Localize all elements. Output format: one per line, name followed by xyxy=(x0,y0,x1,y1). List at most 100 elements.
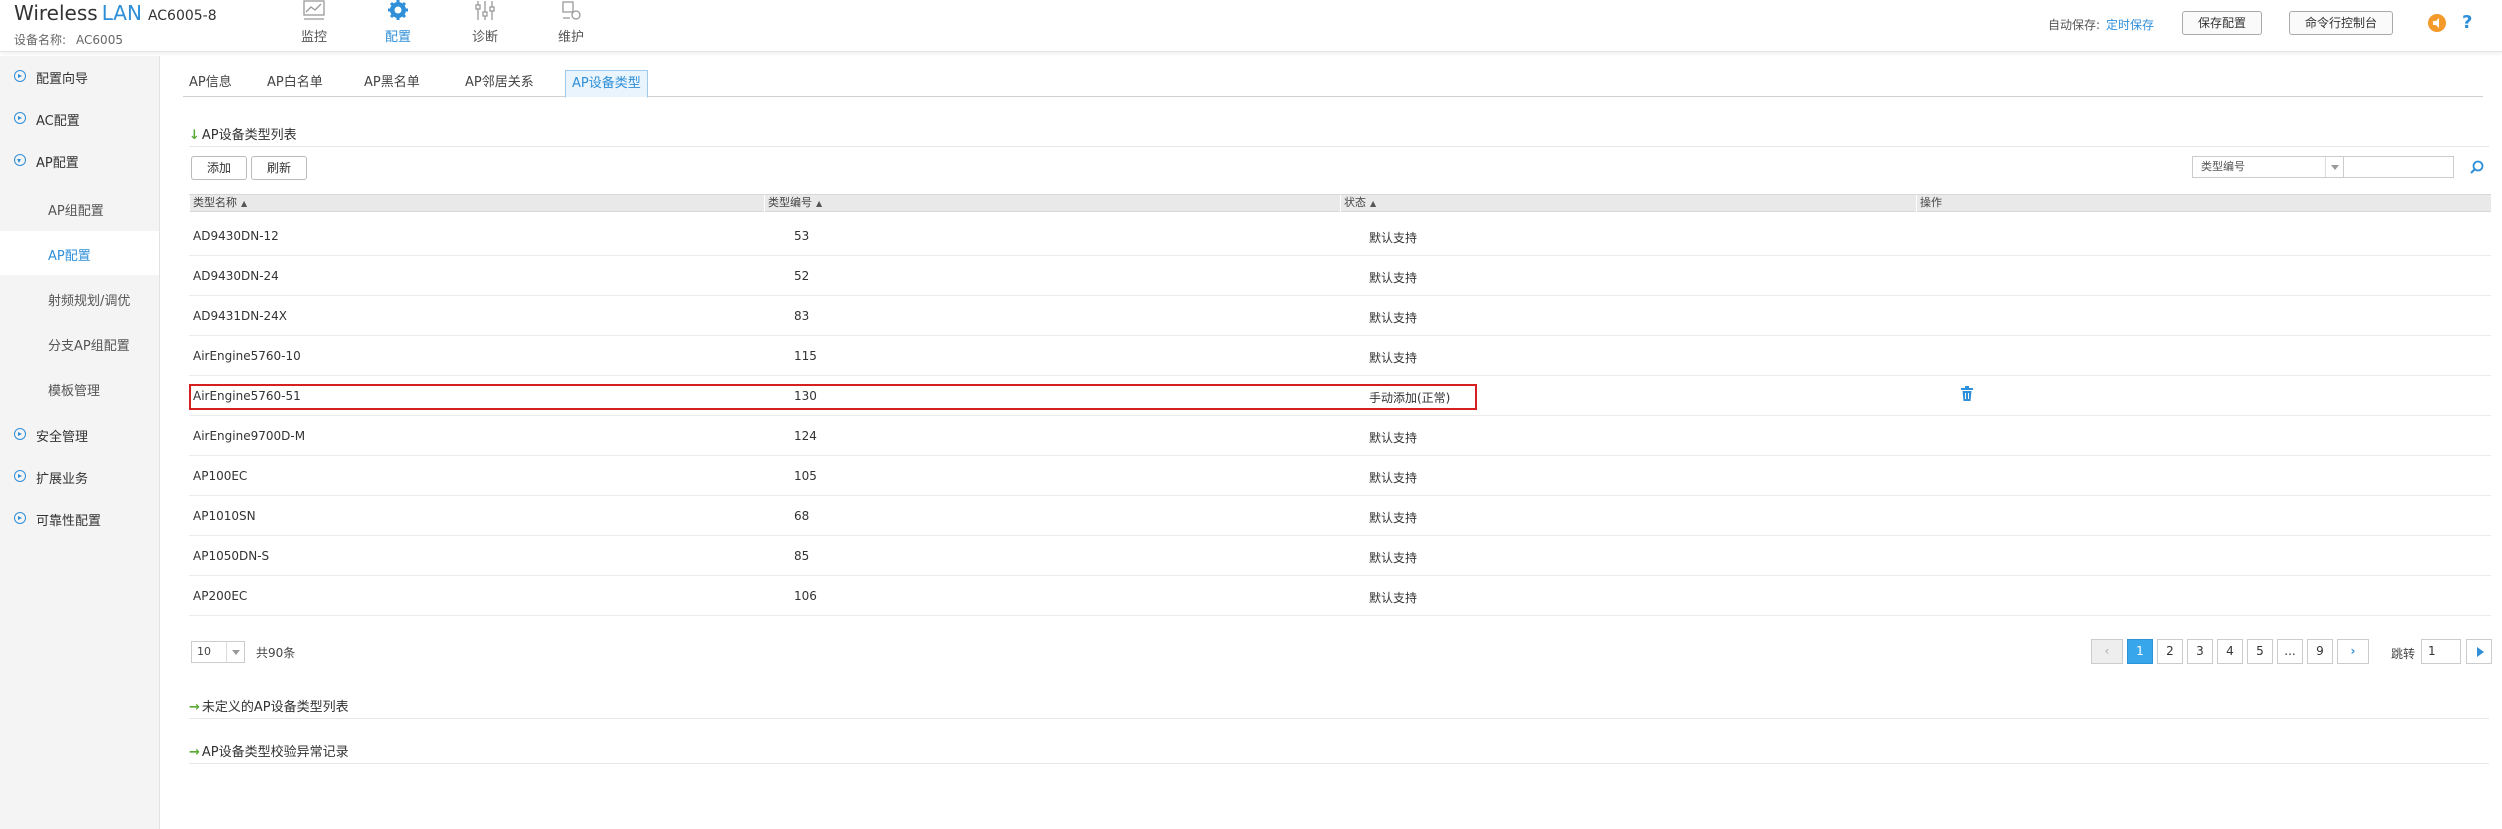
table-row[interactable]: AP100EC 105 默认支持 xyxy=(189,456,2491,496)
autosave-link[interactable]: 定时保存 xyxy=(2106,18,2154,32)
page-button-1[interactable]: 1 xyxy=(2127,639,2153,664)
cell-status: 默认支持 xyxy=(1369,471,1418,485)
page-button-2[interactable]: 2 xyxy=(2157,639,2183,664)
tab-ap-info[interactable]: AP信息 xyxy=(183,70,238,97)
cell-status: 默认支持 xyxy=(1369,231,1418,245)
section-device-type-errors[interactable]: → AP设备类型校验异常记录 xyxy=(189,741,349,760)
main-content: AP信息 AP白名单 AP黑名单 AP邻居关系 AP设备类型 ↓ AP设备类型列表… xyxy=(161,56,2502,829)
sidebar-item-ac-config[interactable]: AC配置 xyxy=(0,98,159,138)
section-device-type-list[interactable]: ↓ AP设备类型列表 xyxy=(189,124,297,143)
table-row[interactable]: AP200EC 106 默认支持 xyxy=(189,576,2491,616)
table-row[interactable]: AD9431DN-24X 83 默认支持 xyxy=(189,296,2491,336)
nav-config[interactable]: 配置 xyxy=(368,0,428,52)
sidebar-sub-rf-planning[interactable]: 射频规划/调优 xyxy=(0,276,159,320)
sidebar-item-security[interactable]: 安全管理 xyxy=(0,414,159,454)
section-title: 未定义的AP设备类型列表 xyxy=(201,700,349,715)
cell-type-name: AP1050DN-S xyxy=(193,549,270,563)
sidebar-sub-branch-ap-group[interactable]: 分支AP组配置 xyxy=(0,321,159,365)
expand-arrow-icon xyxy=(14,512,26,524)
collapse-arrow-icon xyxy=(14,154,26,166)
next-page-button[interactable]: › xyxy=(2337,639,2369,664)
sidebar-sub-label: AP组配置 xyxy=(48,204,104,219)
page-ellipsis: ... xyxy=(2277,639,2303,664)
header-label: 类型名称 xyxy=(193,196,237,209)
table-row[interactable]: AP1050DN-S 85 默认支持 xyxy=(189,536,2491,576)
expand-arrow-icon: → xyxy=(189,745,200,760)
cell-type-id: 130 xyxy=(794,389,817,403)
sidebar-item-reliability[interactable]: 可靠性配置 xyxy=(0,498,159,538)
search-icon[interactable] xyxy=(2470,160,2484,174)
nav-diagnose[interactable]: 诊断 xyxy=(455,0,515,52)
filter-field-select[interactable]: 类型编号 xyxy=(2192,156,2344,178)
tab-ap-neighbors[interactable]: AP邻居关系 xyxy=(459,70,540,97)
table-row[interactable]: AD9430DN-24 52 默认支持 xyxy=(189,256,2491,296)
cli-console-button[interactable]: 命令行控制台 xyxy=(2289,11,2393,35)
sidebar-item-wizard[interactable]: 配置向导 xyxy=(0,56,159,96)
expand-arrow-icon xyxy=(14,112,26,124)
sidebar-item-label: 配置向导 xyxy=(36,72,89,87)
tab-ap-device-type[interactable]: AP设备类型 xyxy=(565,70,648,98)
cell-type-name: AirEngine9700D-M xyxy=(193,429,306,443)
divider xyxy=(189,763,2489,764)
cell-type-id: 85 xyxy=(794,549,810,563)
column-header-type-id[interactable]: 类型编号 ▲ xyxy=(764,195,1340,212)
nav-config-label: 配置 xyxy=(384,30,411,45)
save-config-button[interactable]: 保存配置 xyxy=(2182,11,2262,35)
speaker-icon[interactable] xyxy=(2428,14,2446,32)
sidebar-item-label: 可靠性配置 xyxy=(36,514,102,529)
cell-type-name: AD9431DN-24X xyxy=(193,309,288,323)
sort-asc-icon: ▲ xyxy=(816,199,823,208)
table-row[interactable]: AP1010SN 68 默认支持 xyxy=(189,496,2491,536)
cell-type-name: AirEngine5760-51 xyxy=(193,389,301,403)
table-row[interactable]: AirEngine5760-10 115 默认支持 xyxy=(189,336,2491,376)
device-label: 设备名称: xyxy=(14,33,67,47)
add-button[interactable]: 添加 xyxy=(191,156,247,180)
section-undefined-device-types[interactable]: → 未定义的AP设备类型列表 xyxy=(189,696,349,715)
sidebar-sub-template-mgmt[interactable]: 模板管理 xyxy=(0,366,159,410)
sidebar-item-extended[interactable]: 扩展业务 xyxy=(0,456,159,496)
sidebar-sub-ap-group-config[interactable]: AP组配置 xyxy=(0,186,159,230)
tab-ap-blacklist[interactable]: AP黑名单 xyxy=(358,70,426,97)
help-icon[interactable]: ? xyxy=(2462,12,2472,33)
nav-monitor[interactable]: 监控 xyxy=(284,0,344,52)
column-header-type-name[interactable]: 类型名称 ▲ xyxy=(189,195,764,212)
header-label: 状态 xyxy=(1344,196,1366,209)
expand-arrow-icon: → xyxy=(189,700,200,715)
nav-monitor-label: 监控 xyxy=(300,30,327,45)
expand-arrow-icon xyxy=(14,70,26,82)
cell-type-id: 83 xyxy=(794,309,810,323)
header-label: 类型编号 xyxy=(768,196,812,209)
tab-ap-whitelist[interactable]: AP白名单 xyxy=(261,70,329,97)
table-row[interactable]: AirEngine5760-51 130 手动添加(正常) xyxy=(189,376,2491,416)
cell-type-id: 68 xyxy=(794,509,810,523)
sidebar-item-ap-config-group[interactable]: AP配置 xyxy=(0,140,159,180)
nav-maintain[interactable]: 维护 xyxy=(541,0,601,52)
jump-page-input[interactable]: 1 xyxy=(2421,639,2461,664)
sort-asc-icon: ▲ xyxy=(1370,199,1377,208)
sidebar-sub-label: 射频规划/调优 xyxy=(48,294,131,309)
page-button-4[interactable]: 4 xyxy=(2217,639,2243,664)
refresh-button[interactable]: 刷新 xyxy=(251,156,307,180)
column-header-status[interactable]: 状态 ▲ xyxy=(1340,195,1916,212)
device-name: 设备名称: AC6005 xyxy=(14,31,123,48)
prev-page-button[interactable]: ‹ xyxy=(2091,639,2123,664)
header-label: 操作 xyxy=(1920,196,1942,209)
cell-type-name: AP200EC xyxy=(193,589,248,603)
page-size-value: 10 xyxy=(197,645,211,658)
cell-status: 默认支持 xyxy=(1369,311,1418,325)
page-button-3[interactable]: 3 xyxy=(2187,639,2213,664)
jump-go-button[interactable] xyxy=(2466,639,2492,664)
cell-type-name: AD9430DN-12 xyxy=(193,229,279,243)
table-row[interactable]: AirEngine9700D-M 124 默认支持 xyxy=(189,416,2491,456)
cell-status: 默认支持 xyxy=(1369,511,1418,525)
autosave: 自动保存: 定时保存 xyxy=(2048,16,2154,33)
table-row[interactable]: AD9430DN-12 53 默认支持 xyxy=(189,216,2491,256)
cell-type-id: 53 xyxy=(794,229,810,243)
trash-icon[interactable] xyxy=(1960,386,1974,402)
page-button-5[interactable]: 5 xyxy=(2247,639,2273,664)
page-size-select[interactable]: 10 xyxy=(191,641,245,663)
autosave-label: 自动保存: xyxy=(2048,18,2101,32)
sidebar-sub-ap-config[interactable]: AP配置 xyxy=(0,231,159,275)
page-button-9[interactable]: 9 xyxy=(2307,639,2333,664)
filter-input[interactable] xyxy=(2344,156,2454,178)
